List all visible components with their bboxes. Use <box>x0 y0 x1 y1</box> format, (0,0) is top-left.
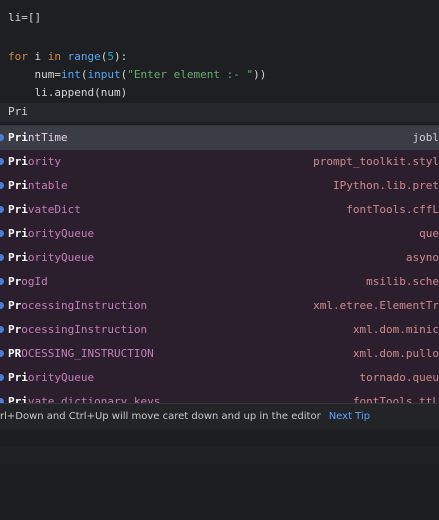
match-prefix: Pri <box>8 179 28 192</box>
completion-item[interactable]: PrivateDict fontTools.cffL <box>0 198 439 222</box>
completion-source: jobl <box>412 131 439 144</box>
completion-name: Priority <box>8 150 61 174</box>
builtin-range: range <box>61 50 101 63</box>
name-rest: OCESSING_INSTRUCTION <box>21 347 154 360</box>
completion-source: fontTools.ttL <box>352 395 439 404</box>
current-line-highlight <box>0 103 439 122</box>
tip-bar: rl+Down and Ctrl+Up will move caret down… <box>0 403 439 431</box>
loop-var: i <box>27 50 48 63</box>
builtin-int: int <box>61 68 81 81</box>
class-icon <box>0 158 4 165</box>
tip-message: rl+Down and Ctrl+Up will move caret down… <box>0 411 321 422</box>
paren: ): <box>114 50 128 63</box>
name-rest: vateDict <box>27 203 81 216</box>
completion-source: IPython.lib.pret <box>333 179 439 192</box>
completion-source: xml.etree.ElementTr <box>313 299 439 312</box>
match-prefix: Pr <box>8 323 22 336</box>
name-rest: orityQueue <box>27 227 95 240</box>
paren: ( <box>80 68 88 81</box>
name-rest: orityQueue <box>27 371 95 384</box>
editor-below-area <box>0 430 439 520</box>
completion-item[interactable]: PriorityQueue asyno <box>0 246 439 270</box>
name-rest: ogId <box>21 275 48 288</box>
code-line-2[interactable]: for i in range(5): <box>8 49 127 65</box>
class-icon <box>0 302 4 309</box>
completion-item[interactable]: ProcessingInstruction xml.dom.minic <box>0 318 439 342</box>
code-line-4[interactable]: li.append(num) <box>8 85 127 101</box>
code-editor[interactable]: li=[] for i in range(5): num=int(input("… <box>0 0 439 124</box>
completion-name: Printable <box>8 174 68 198</box>
class-icon <box>0 326 4 333</box>
completion-name: PROCESSING_INSTRUCTION <box>8 342 154 366</box>
completion-item[interactable]: PriorityQueue que <box>0 222 439 246</box>
code-line-1[interactable]: li=[] <box>8 10 41 26</box>
completion-item[interactable]: Printable IPython.lib.pret <box>0 174 439 198</box>
class-icon <box>0 350 4 357</box>
completion-name: ProgId <box>8 270 48 294</box>
completion-name: PriorityQueue <box>8 366 94 390</box>
match-prefix: Pri <box>8 155 28 168</box>
completion-name: Private_dictionary_keys <box>8 390 160 404</box>
completion-item[interactable]: PriorityQueue tornado.queu <box>0 366 439 390</box>
completion-source: xml.dom.pullo <box>352 347 439 360</box>
tip-text: rl+Down and Ctrl+Up will move caret down… <box>0 404 370 430</box>
name-rest: ntTime <box>27 131 68 144</box>
string-literal: "Enter element :- " <box>127 68 254 81</box>
match-prefix: Pri <box>8 251 28 264</box>
completion-item[interactable]: Private_dictionary_keys fontTools.ttL <box>0 390 439 404</box>
match-prefix: Pri <box>8 131 28 144</box>
completion-name: ProcessingInstruction <box>8 318 147 342</box>
completion-name: PrintTime <box>8 126 68 150</box>
name-rest: ority <box>27 155 61 168</box>
completion-source: tornado.queu <box>359 371 439 384</box>
match-prefix: PR <box>8 347 22 360</box>
completion-source: prompt_toolkit.styl <box>313 155 439 168</box>
autocomplete-popup[interactable]: PrintTime jobl Priority prompt_toolkit.s… <box>0 125 439 404</box>
match-prefix: Pr <box>8 275 22 288</box>
number-literal: 5 <box>107 50 114 63</box>
class-icon <box>0 134 4 141</box>
class-icon <box>0 278 4 285</box>
completion-source: asyno <box>405 251 439 264</box>
class-icon <box>0 230 4 237</box>
keyword-for: for <box>8 50 28 63</box>
class-icon <box>0 254 4 261</box>
assignment: num= <box>34 68 62 81</box>
completion-name: PriorityQueue <box>8 222 94 246</box>
class-icon <box>0 206 4 213</box>
completion-source: msilib.sche <box>366 275 439 288</box>
name-rest: ocessingInstruction <box>21 299 148 312</box>
match-prefix: Pri <box>8 227 28 240</box>
completion-name: ProcessingInstruction <box>8 294 147 318</box>
name-rest: orityQueue <box>27 251 95 264</box>
completion-source: que <box>419 227 439 240</box>
match-prefix: Pri <box>8 371 28 384</box>
paren: )) <box>253 68 267 81</box>
class-icon <box>0 374 4 381</box>
completion-item[interactable]: Priority prompt_toolkit.styl <box>0 150 439 174</box>
completion-item[interactable]: ProcessingInstruction xml.etree.ElementT… <box>0 294 439 318</box>
code-line-3[interactable]: num=int(input("Enter element :- ")) <box>8 67 267 83</box>
completion-item[interactable]: PROCESSING_INSTRUCTION xml.dom.pullo <box>0 342 439 366</box>
completion-source: fontTools.cffL <box>346 203 439 216</box>
completion-name: PriorityQueue <box>8 246 94 270</box>
code-line-5[interactable]: Pri <box>8 104 28 120</box>
keyword-in: in <box>47 50 61 63</box>
name-rest: ntable <box>27 179 68 192</box>
builtin-input: input <box>87 68 121 81</box>
completion-name: PrivateDict <box>8 198 81 222</box>
next-tip-link[interactable]: Next Tip <box>329 411 370 422</box>
match-prefix: Pr <box>8 299 22 312</box>
class-icon <box>0 182 4 189</box>
name-rest: ocessingInstruction <box>21 323 148 336</box>
match-prefix: Pri <box>8 203 28 216</box>
status-stripe <box>0 446 439 464</box>
completion-item[interactable]: ProgId msilib.sche <box>0 270 439 294</box>
completion-item[interactable]: PrintTime jobl <box>0 126 439 150</box>
completion-source: xml.dom.minic <box>352 323 439 336</box>
